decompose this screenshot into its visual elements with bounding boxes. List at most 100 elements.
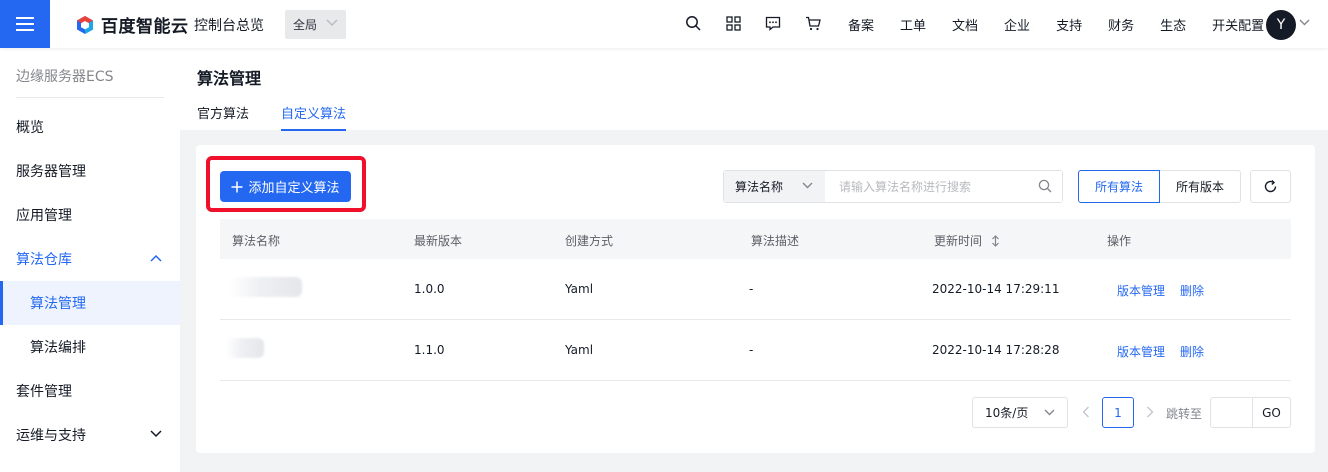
sort-icon[interactable] [991,235,1000,247]
hamburger-icon [16,17,34,31]
nav-ticket[interactable]: 工单 [900,15,926,34]
sidebar-item-algorithm-management[interactable]: 算法管理 [0,281,180,325]
chevron-left-icon[interactable] [1082,406,1090,418]
chevron-right-icon[interactable] [1146,406,1154,418]
brand-logo[interactable]: 百度智能云 [75,12,189,37]
chevron-down-icon[interactable] [1299,19,1310,26]
top-nav: 备案 工单 文档 企业 支持 财务 生态 开关配置 [848,15,1264,34]
chevron-down-icon [326,19,338,26]
cell-updated: 2022-10-14 17:28:28 [932,343,1060,357]
column-header-version: 最新版本 [414,234,463,248]
nav-docs[interactable]: 文档 [952,15,978,34]
grid-icon[interactable] [724,14,742,32]
sidebar-item-label: 应用管理 [16,208,72,224]
add-custom-algorithm-button[interactable]: 添加自定义算法 [220,171,351,202]
column-header-description: 算法描述 [751,234,800,248]
tab-bar: 官方算法 自定义算法 [197,103,347,131]
top-bar: 百度智能云 控制台总览 全局 备案 工单 文档 企业 支持 财务 生态 开关配置… [0,0,1328,48]
tab-custom-algorithms[interactable]: 自定义算法 [281,103,347,131]
cell-updated: 2022-10-14 17:29:11 [932,282,1060,296]
region-select[interactable]: 全局 [285,10,346,39]
sidebar-item-server-management[interactable]: 服务器管理 [0,149,180,193]
message-icon[interactable] [764,14,782,32]
sidebar-item-label: 运维与支持 [16,428,86,444]
sidebar-item-label: 服务器管理 [16,164,86,180]
sidebar-item-overview[interactable]: 概览 [0,105,180,149]
page-number-current[interactable]: 1 [1102,397,1134,428]
cloud-logo-icon [77,15,93,34]
nav-ecosystem[interactable]: 生态 [1160,15,1186,34]
sidebar-item-label: 概览 [16,120,44,136]
search-field-value: 算法名称 [735,180,784,194]
sidebar-divider [16,97,164,98]
sidebar-item-label: 套件管理 [16,384,72,400]
menu-button[interactable] [0,0,50,48]
chevron-up-icon [150,254,162,262]
redacted-algorithm-name[interactable] [226,338,264,358]
search-icon[interactable] [1038,179,1052,193]
sidebar-item-ops-support[interactable]: 运维与支持 [0,413,180,457]
cell-method: Yaml [565,343,594,357]
jump-to-label: 跳转至 [1166,407,1203,421]
refresh-button[interactable] [1250,170,1291,203]
search-input[interactable] [825,171,1062,202]
plus-icon [231,181,243,192]
redacted-algorithm-name[interactable] [230,277,302,297]
cell-version: 1.0.0 [414,282,445,296]
search-icon[interactable] [684,14,702,32]
search-group: 算法名称 [723,170,1063,203]
version-management-link[interactable]: 版本管理 [1117,282,1165,299]
user-avatar[interactable]: Y [1266,10,1296,40]
column-header-actions: 操作 [1107,234,1132,248]
nav-support[interactable]: 支持 [1056,15,1082,34]
nav-enterprise[interactable]: 企业 [1004,15,1030,34]
page-size-select[interactable]: 10条/页 [972,397,1068,428]
cell-description: - [749,282,754,296]
column-header-method: 创建方式 [565,234,614,248]
sidebar-item-algorithm-repo[interactable]: 算法仓库 [0,237,180,281]
sidebar-title: 边缘服务器ECS [16,69,114,85]
nav-switch-config[interactable]: 开关配置 [1212,15,1264,34]
cart-icon[interactable] [804,14,822,32]
search-field-select[interactable]: 算法名称 [724,171,825,202]
table-row: 1.1.0 Yaml - 2022-10-14 17:28:28 版本管理 删除 [220,320,1291,381]
page-header: 算法管理 官方算法 自定义算法 [180,48,1328,131]
sidebar-item-app-management[interactable]: 应用管理 [0,193,180,237]
sidebar-item-suite-management[interactable]: 套件管理 [0,369,180,413]
jump-page-input[interactable] [1210,397,1252,428]
page-size-value: 10条/页 [985,406,1029,420]
console-overview-link[interactable]: 控制台总览 [194,15,264,35]
region-value: 全局 [293,18,318,32]
delete-link[interactable]: 删除 [1180,282,1204,299]
page-title: 算法管理 [197,69,262,88]
brand-name: 百度智能云 [101,17,189,37]
tab-official-algorithms[interactable]: 官方算法 [197,103,249,131]
cell-description: - [749,343,754,357]
column-header-label: 更新时间 [934,234,983,248]
version-management-link[interactable]: 版本管理 [1117,343,1165,360]
nav-finance[interactable]: 财务 [1108,15,1134,34]
algorithm-table: 算法名称 最新版本 创建方式 算法描述 更新时间 操作 1.0.0 Yaml -… [220,219,1291,381]
cell-version: 1.1.0 [414,343,445,357]
sidebar-item-algorithm-orchestration[interactable]: 算法编排 [0,325,180,369]
sidebar: 边缘服务器ECS 概览 服务器管理 应用管理 算法仓库 算法管理 算法编排 套件… [0,48,180,472]
content-card: 添加自定义算法 算法名称 所有算法 所有版本 算法名称 最新版本 创建方式 算法… [196,145,1315,453]
table-header: 算法名称 最新版本 创建方式 算法描述 更新时间 操作 [220,219,1291,259]
column-header-name: 算法名称 [232,234,281,248]
filter-all-algorithms[interactable]: 所有算法 [1078,170,1160,203]
top-icon-group [684,14,822,32]
column-header-updated[interactable]: 更新时间 [934,232,1000,249]
sidebar-item-label: 算法仓库 [16,252,72,268]
filter-segment: 所有算法 所有版本 [1078,170,1241,203]
sidebar-item-label: 算法编排 [30,340,86,356]
nav-beian[interactable]: 备案 [848,15,874,34]
add-button-label: 添加自定义算法 [248,181,340,196]
filter-all-versions[interactable]: 所有版本 [1160,170,1241,203]
cell-method: Yaml [565,282,594,296]
chevron-down-icon [802,182,813,189]
table-row: 1.0.0 Yaml - 2022-10-14 17:29:11 版本管理 删除 [220,259,1291,320]
chevron-down-icon [1044,409,1055,416]
go-button[interactable]: GO [1252,397,1291,428]
delete-link[interactable]: 删除 [1180,343,1204,360]
sidebar-item-label: 算法管理 [30,296,86,312]
